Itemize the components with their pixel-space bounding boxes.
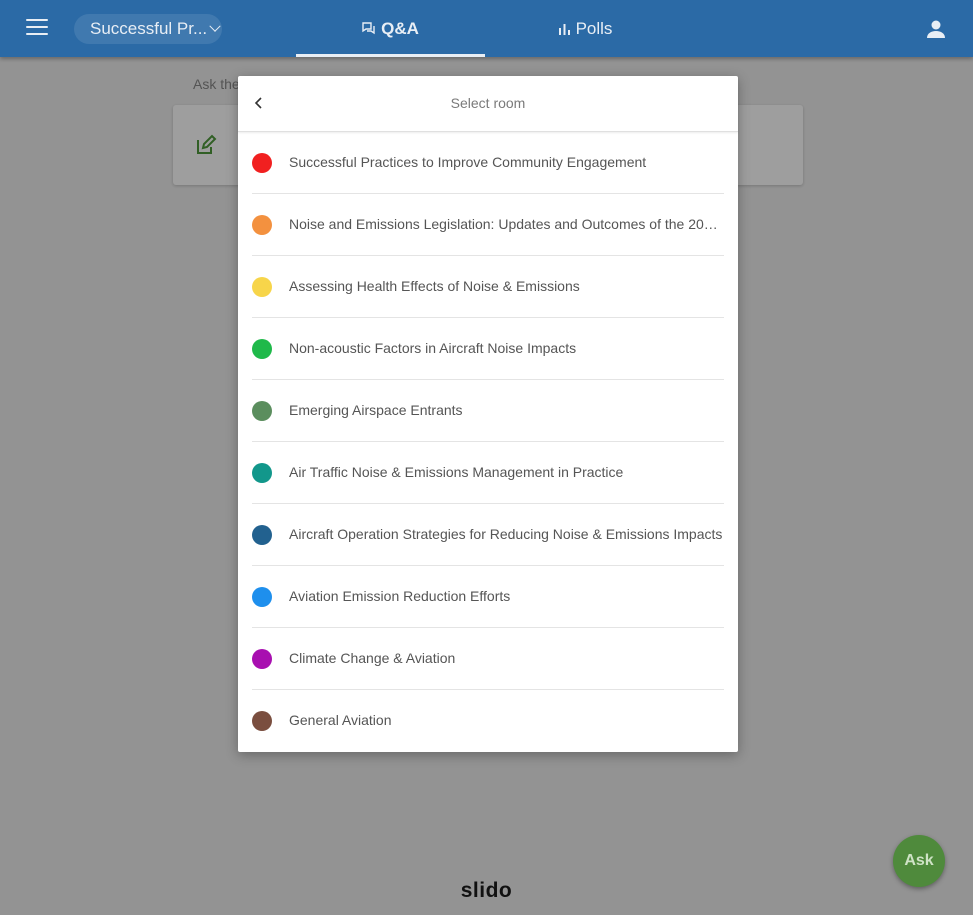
room-name: Non-acoustic Factors in Aircraft Noise I… bbox=[289, 340, 577, 356]
room-color-dot bbox=[252, 401, 272, 421]
room-color-dot bbox=[252, 153, 272, 173]
top-bar: Successful Pr... Q&A Polls bbox=[0, 0, 973, 57]
dialog-title: Select room bbox=[450, 95, 526, 111]
select-room-dialog: Select room Successful Practices to Impr… bbox=[238, 76, 738, 752]
room-name: Air Traffic Noise & Emissions Management… bbox=[289, 464, 624, 480]
room-color-dot bbox=[252, 277, 272, 297]
room-color-dot bbox=[252, 587, 272, 607]
slido-logo: slido bbox=[460, 879, 513, 902]
room-item[interactable]: Emerging Airspace Entrants bbox=[252, 380, 724, 442]
room-item[interactable]: Assessing Health Effects of Noise & Emis… bbox=[252, 256, 724, 318]
room-color-dot bbox=[252, 215, 272, 235]
dialog-header: Select room bbox=[238, 76, 738, 132]
room-name: Assessing Health Effects of Noise & Emis… bbox=[289, 278, 580, 294]
room-name: Climate Change & Aviation bbox=[289, 650, 456, 666]
event-name: Successful Pr... bbox=[90, 19, 208, 38]
room-item[interactable]: Non-acoustic Factors in Aircraft Noise I… bbox=[252, 318, 724, 380]
bar-chart-icon bbox=[558, 23, 571, 35]
room-item[interactable]: Aviation Emission Reduction Efforts bbox=[252, 566, 724, 628]
menu-icon[interactable] bbox=[26, 19, 48, 37]
tab-label: Q&A bbox=[381, 18, 419, 38]
room-name: General Aviation bbox=[289, 712, 392, 728]
room-item[interactable]: Noise and Emissions Legislation: Updates… bbox=[252, 194, 725, 256]
room-list: Successful Practices to Improve Communit… bbox=[238, 132, 738, 751]
room-name: Aircraft Operation Strategies for Reduci… bbox=[289, 526, 723, 542]
tab-polls[interactable]: Polls bbox=[540, 0, 630, 57]
chat-bubbles-icon bbox=[362, 21, 376, 36]
user-icon[interactable] bbox=[925, 18, 947, 40]
room-item[interactable]: Successful Practices to Improve Communit… bbox=[252, 132, 724, 194]
event-switcher[interactable]: Successful Pr... bbox=[74, 14, 222, 44]
room-name: Noise and Emissions Legislation: Updates… bbox=[289, 216, 725, 232]
room-color-dot bbox=[252, 339, 272, 359]
room-color-dot bbox=[252, 711, 272, 731]
tab-label: Polls bbox=[575, 18, 613, 38]
room-name: Emerging Airspace Entrants bbox=[289, 402, 463, 418]
chevron-down-icon bbox=[209, 20, 221, 32]
room-name: Aviation Emission Reduction Efforts bbox=[289, 588, 511, 604]
room-color-dot bbox=[252, 463, 272, 483]
room-item[interactable]: Aircraft Operation Strategies for Reduci… bbox=[252, 504, 724, 566]
room-color-dot bbox=[252, 649, 272, 669]
room-color-dot bbox=[252, 525, 272, 545]
tab-qa[interactable]: Q&A bbox=[296, 0, 485, 57]
room-item[interactable]: Climate Change & Aviation bbox=[252, 628, 724, 690]
room-name: Successful Practices to Improve Communit… bbox=[289, 154, 647, 170]
room-item[interactable]: Air Traffic Noise & Emissions Management… bbox=[252, 442, 724, 504]
room-item[interactable]: General Aviation bbox=[252, 690, 724, 751]
